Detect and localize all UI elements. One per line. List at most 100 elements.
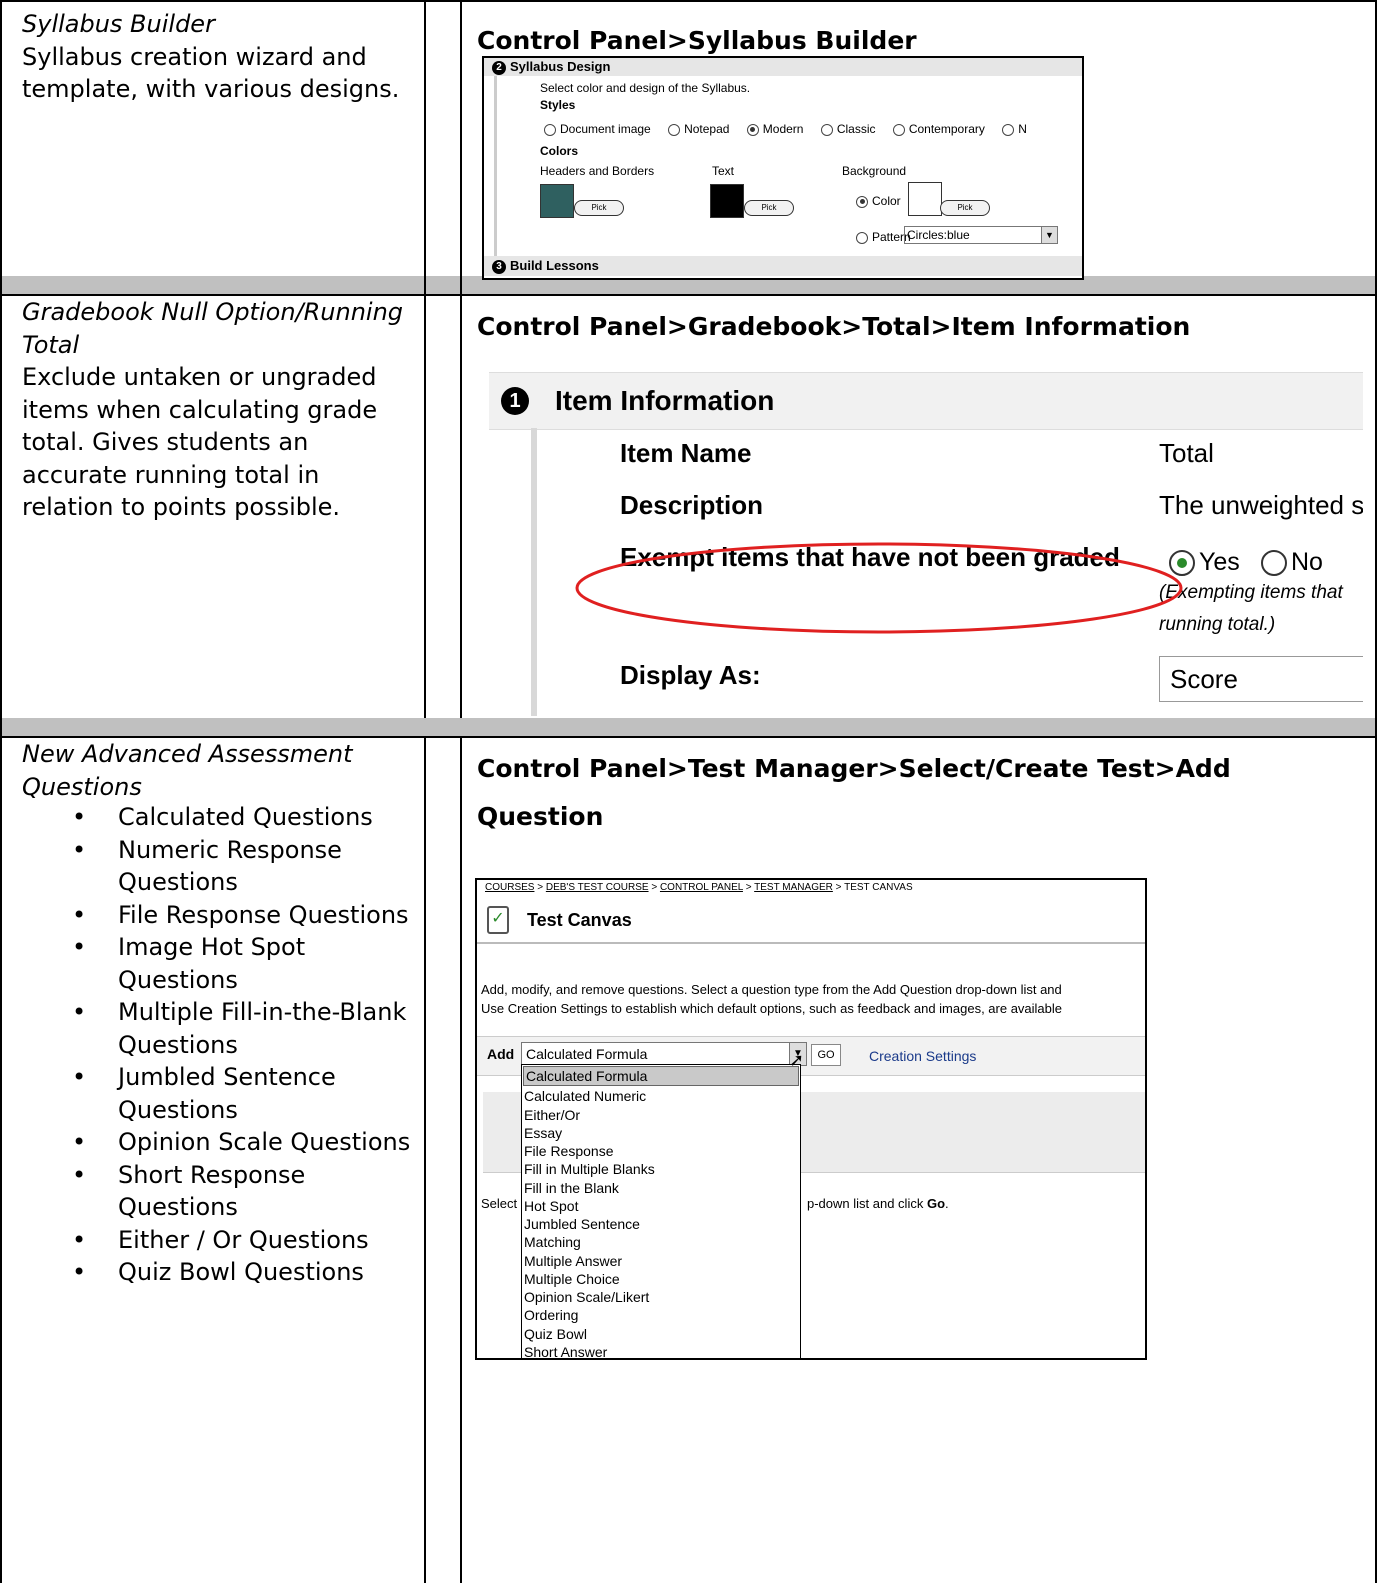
- background-color-swatch: [908, 182, 942, 216]
- list-item: Opinion Scale Questions: [0, 1126, 420, 1159]
- style-option-notepad[interactable]: Notepad: [668, 122, 729, 136]
- section-bar-syllabus-design: 2 Syllabus Design: [484, 58, 1082, 76]
- chevron-down-icon[interactable]: ▼: [1041, 227, 1057, 243]
- title-divider: [477, 942, 1145, 944]
- dropdown-option[interactable]: Fill in the Blank: [522, 1179, 800, 1197]
- style-option-classic[interactable]: Classic: [820, 122, 876, 136]
- style-option-modern[interactable]: Modern: [746, 122, 804, 136]
- section-title: Build Lessons: [510, 258, 599, 273]
- section-title: Item Information: [555, 385, 775, 416]
- list-item: Numeric Response Questions: [0, 834, 420, 899]
- style-option-document-image[interactable]: Document image: [544, 122, 651, 136]
- column-divider-2-seg: [460, 276, 462, 294]
- feature-title: Syllabus Builder: [22, 10, 215, 38]
- assessment-question-list: Calculated Questions Numeric Response Qu…: [0, 801, 420, 1289]
- style-label: N: [1018, 122, 1027, 136]
- exempt-no-option[interactable]: No: [1261, 548, 1323, 577]
- radio-selected-icon[interactable]: [746, 123, 759, 136]
- radio-icon[interactable]: [544, 123, 556, 136]
- description-value: The unweighted s: [1159, 490, 1363, 520]
- feature-title: Gradebook Null Option/Running Total: [22, 298, 404, 359]
- creation-settings-link[interactable]: Creation Settings: [869, 1048, 976, 1064]
- select-hint-text: p-down list and click: [807, 1196, 924, 1211]
- background-label: Background: [842, 164, 907, 178]
- dropdown-option[interactable]: Either/Or: [522, 1106, 800, 1124]
- dropdown-option[interactable]: Short Answer: [522, 1343, 800, 1358]
- style-label: Classic: [836, 122, 876, 136]
- dropdown-option[interactable]: Hot Spot: [522, 1197, 800, 1215]
- background-pattern-option[interactable]: Pattern: [856, 230, 911, 244]
- exempt-yes-option[interactable]: Yes: [1169, 548, 1240, 577]
- dropdown-option[interactable]: Quiz Bowl: [522, 1325, 800, 1343]
- radio-icon[interactable]: [1002, 123, 1015, 136]
- breadcrumb-link-control-panel[interactable]: CONTROL PANEL: [660, 882, 743, 893]
- section-indent-bar: [531, 428, 537, 716]
- breadcrumb: COURSES > DEB'S TEST COURSE > CONTROL PA…: [485, 882, 913, 893]
- list-item: Either / Or Questions: [0, 1224, 420, 1257]
- select-hint-go: Go: [926, 1196, 946, 1211]
- section-indent-bar: [494, 76, 497, 261]
- row-separator-2: [2, 718, 1375, 736]
- color-option-label: Color: [872, 194, 901, 208]
- instruction-text: Select color and design of the Syllabus.: [540, 81, 751, 95]
- radio-selected-icon[interactable]: [856, 195, 868, 208]
- feature-description-assessment: New Advanced Assessment Questions: [22, 738, 418, 803]
- question-type-dropdown-list: Calculated Formula Calculated Numeric Ei…: [521, 1064, 801, 1358]
- breadcrumb-link-courses[interactable]: COURSES: [485, 882, 534, 893]
- text-color-label: Text: [712, 164, 735, 178]
- list-item: Short Response Questions: [0, 1159, 420, 1224]
- dropdown-option[interactable]: Fill in Multiple Blanks: [522, 1160, 800, 1178]
- gradebook-screenshot: 1 Item Information Item Name Total Descr…: [489, 372, 1363, 716]
- radio-icon[interactable]: [668, 123, 681, 136]
- pick-button-text[interactable]: Pick: [744, 200, 794, 216]
- breadcrumb-link-course[interactable]: DEB'S TEST COURSE: [546, 882, 649, 893]
- radio-icon[interactable]: [1261, 550, 1287, 577]
- dropdown-option[interactable]: Jumbled Sentence: [522, 1215, 800, 1233]
- style-option-n[interactable]: N: [1002, 122, 1027, 136]
- question-type-value: Calculated Formula: [526, 1046, 648, 1062]
- go-button[interactable]: GO: [811, 1044, 841, 1066]
- dropdown-option[interactable]: Matching: [522, 1233, 800, 1251]
- pattern-select[interactable]: Circles:blue ▼: [904, 226, 1058, 244]
- dropdown-option[interactable]: Opinion Scale/Likert: [522, 1288, 800, 1306]
- style-label: Contemporary: [908, 122, 985, 136]
- style-label: Notepad: [684, 122, 730, 136]
- style-options: Document image Notepad Modern Classic Co…: [544, 122, 1027, 136]
- display-as-value: Score: [1170, 664, 1238, 694]
- pick-button-header[interactable]: Pick: [574, 200, 624, 216]
- step-number-badge: 1: [501, 387, 529, 415]
- radio-icon[interactable]: [856, 231, 868, 244]
- styles-label: Styles: [540, 98, 576, 112]
- dropdown-option[interactable]: Calculated Formula: [523, 1066, 799, 1087]
- section-heading-test-manager-line2: Question: [477, 802, 604, 831]
- feature-title: New Advanced Assessment Questions: [22, 740, 353, 801]
- dropdown-option[interactable]: Multiple Answer: [522, 1252, 800, 1270]
- pick-button-background[interactable]: Pick: [940, 200, 990, 216]
- syllabus-builder-screenshot: 2 Syllabus Design Select color and design…: [482, 56, 1084, 280]
- display-as-label: Display As:: [620, 660, 761, 690]
- dropdown-option[interactable]: Multiple Choice: [522, 1270, 800, 1288]
- style-option-contemporary[interactable]: Contemporary: [892, 122, 985, 136]
- dropdown-option[interactable]: Essay: [522, 1124, 800, 1142]
- mouse-cursor-icon: ➚: [789, 1050, 805, 1070]
- background-color-option[interactable]: Color: [856, 194, 901, 208]
- display-as-select[interactable]: Score: [1159, 656, 1363, 702]
- radio-selected-icon[interactable]: [1169, 550, 1195, 577]
- question-type-select[interactable]: Calculated Formula ▼: [521, 1042, 807, 1066]
- no-label: No: [1291, 548, 1323, 576]
- exempt-note-line1: (Exempting items that: [1159, 582, 1343, 603]
- section-title: Syllabus Design: [510, 59, 611, 74]
- column-divider-1: [424, 0, 426, 1583]
- radio-icon[interactable]: [892, 123, 905, 136]
- list-item: Image Hot Spot Questions: [0, 931, 420, 996]
- dropdown-option[interactable]: Calculated Numeric: [522, 1087, 800, 1105]
- table-border-top: [0, 0, 1377, 2]
- radio-icon[interactable]: [820, 123, 833, 136]
- dropdown-option[interactable]: File Response: [522, 1142, 800, 1160]
- feature-desc: Syllabus creation wizard and template, w…: [22, 42, 400, 104]
- breadcrumb-link-test-manager[interactable]: TEST MANAGER: [754, 882, 833, 893]
- section-heading-gradebook: Control Panel>Gradebook>Total>Item Infor…: [477, 312, 1191, 341]
- style-label: Modern: [762, 122, 804, 136]
- section-bar-build-lessons: 3 Build Lessons: [484, 256, 1082, 276]
- dropdown-option[interactable]: Ordering: [522, 1306, 800, 1324]
